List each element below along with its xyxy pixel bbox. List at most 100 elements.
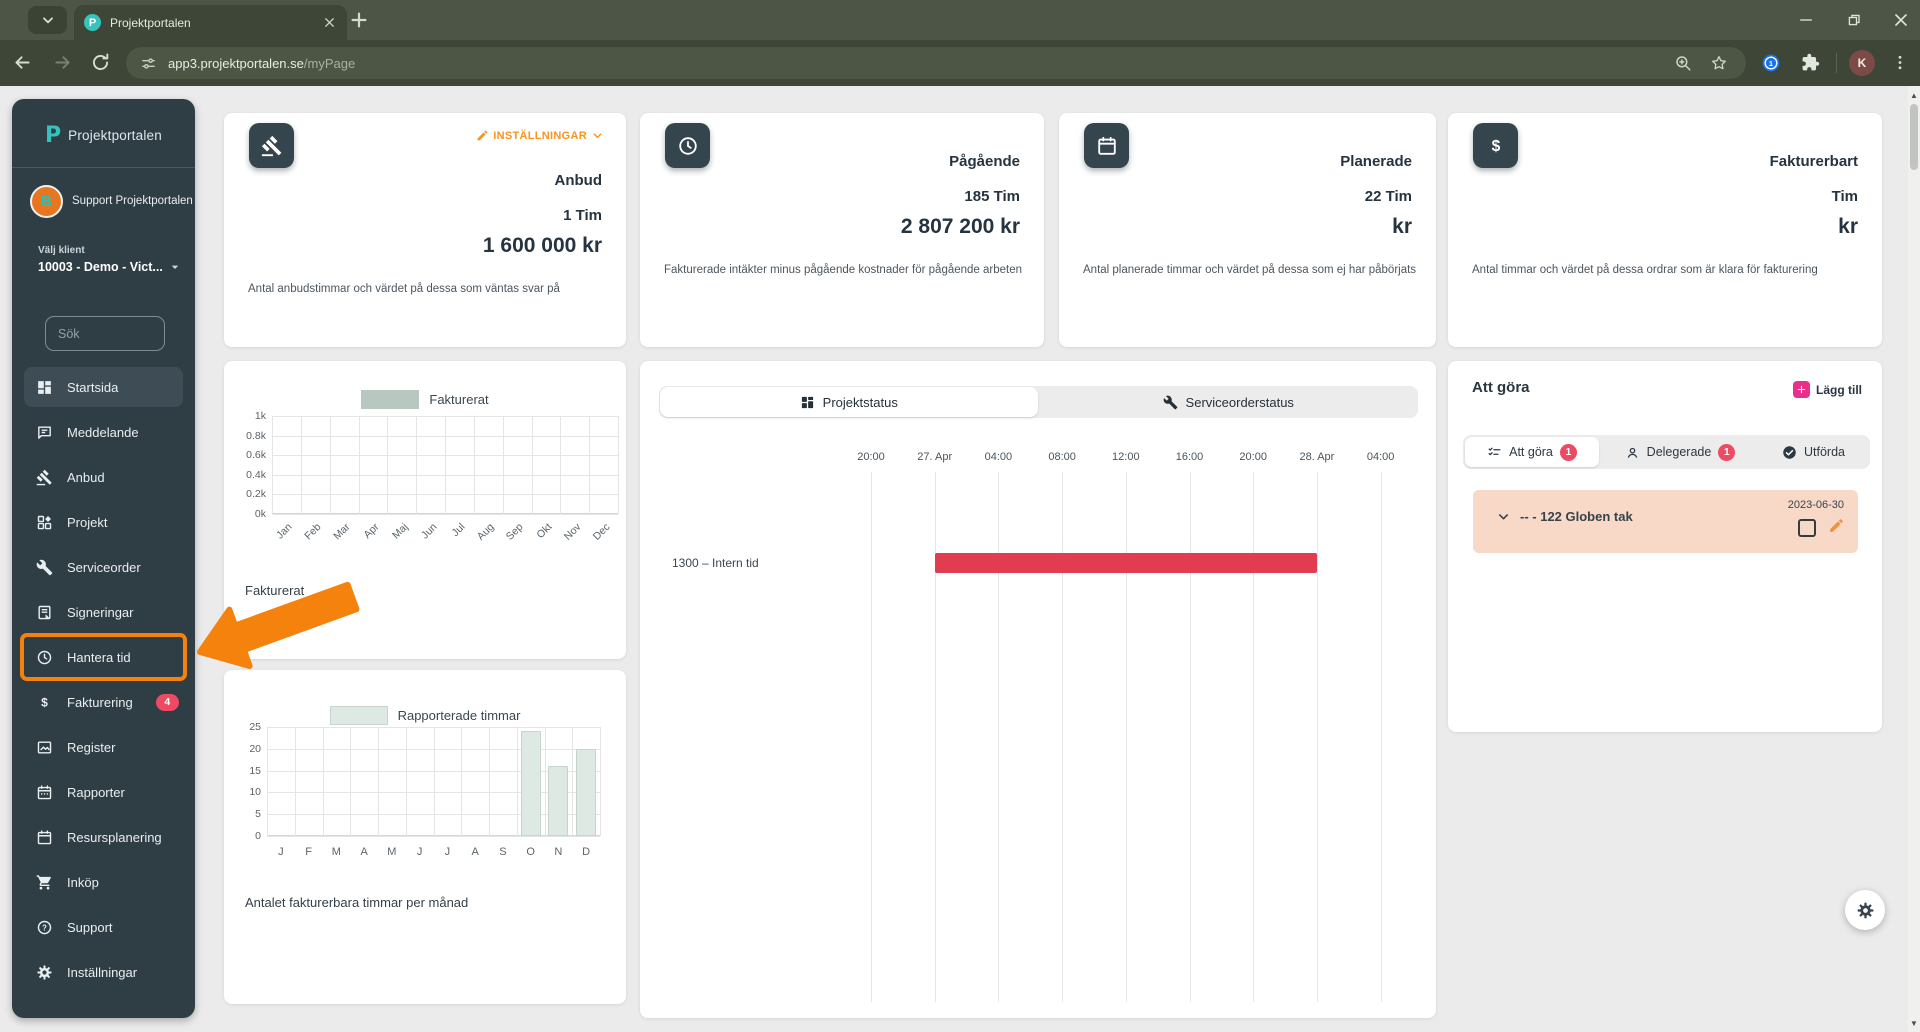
gantt-gridline bbox=[1189, 472, 1191, 1002]
tab-delegerade[interactable]: Delegerade 1 bbox=[1601, 437, 1759, 467]
sidebar-item-label: Rapporter bbox=[67, 784, 125, 800]
gridline-vertical bbox=[618, 416, 619, 514]
new-tab-button[interactable] bbox=[348, 9, 370, 31]
chart-legend: Rapporterade timmar bbox=[224, 706, 626, 725]
x-axis-tick-label: J bbox=[444, 846, 451, 858]
sidebar-item-inkop[interactable]: Inköp bbox=[24, 862, 183, 902]
scrollbar-thumb[interactable] bbox=[1910, 104, 1918, 170]
sidebar-item-anbud[interactable]: Anbud bbox=[24, 457, 183, 497]
clock-icon bbox=[677, 135, 699, 157]
search-input[interactable] bbox=[45, 316, 165, 351]
bookmark-star-icon[interactable] bbox=[1710, 54, 1728, 72]
stat-caption: Antal timmar och värdet på dessa ordrar … bbox=[1472, 264, 1818, 276]
sidebar-item-installningar[interactable]: Inställningar bbox=[24, 952, 183, 992]
todo-checkbox[interactable] bbox=[1798, 519, 1816, 537]
sidebar-item-hantera-tid[interactable]: Hantera tid bbox=[20, 633, 187, 681]
password-extension-icon[interactable]: 1 bbox=[1761, 53, 1781, 73]
scroll-down-arrow[interactable]: ▼ bbox=[1908, 1016, 1920, 1030]
sidebar-item-signeringar[interactable]: Signeringar bbox=[24, 592, 183, 632]
client-caret-icon[interactable] bbox=[167, 259, 183, 275]
window-close-button[interactable] bbox=[1890, 10, 1912, 30]
zoom-icon[interactable] bbox=[1674, 54, 1692, 72]
stat-hours: 185 Tim bbox=[964, 188, 1020, 205]
page-content: P Projektportalen B Support Projektporta… bbox=[0, 86, 1920, 1032]
sidebar-menu: Startsida Meddelande Anbud Projekt Serviceor… bbox=[20, 367, 187, 997]
tab-projektstatus[interactable]: Projektstatus bbox=[660, 387, 1038, 417]
browser-tab[interactable]: P Projektportalen bbox=[74, 5, 347, 40]
wrench-icon bbox=[36, 559, 53, 576]
gavel-icon bbox=[261, 135, 283, 157]
calendar-icon bbox=[36, 829, 53, 846]
forward-button[interactable] bbox=[52, 52, 73, 73]
tab-att-gora[interactable]: Att göra 1 bbox=[1465, 437, 1599, 467]
browser-menu-button[interactable] bbox=[1891, 52, 1909, 73]
chart-caption: Fakturerat bbox=[245, 583, 305, 598]
todo-item-date: 2023-06-30 bbox=[1787, 499, 1844, 511]
svg-text:$: $ bbox=[41, 695, 48, 709]
add-todo-label: Lägg till bbox=[1816, 382, 1862, 397]
legend-label: Rapporterade timmar bbox=[397, 708, 521, 723]
window-minimize-button[interactable] bbox=[1795, 10, 1817, 30]
sidebar-item-label: Inställningar bbox=[67, 964, 138, 980]
gantt-time-label: 12:00 bbox=[1112, 451, 1140, 463]
sidebar-item-projekt[interactable]: Projekt bbox=[24, 502, 183, 542]
app-logo[interactable]: P Projektportalen bbox=[12, 123, 195, 148]
add-todo-button[interactable]: Lägg till bbox=[1793, 381, 1862, 398]
gantt-time-label: 20:00 bbox=[1239, 451, 1267, 463]
card-icon-tile: $ bbox=[1473, 123, 1518, 168]
check-circle-icon bbox=[1782, 445, 1797, 460]
logo-p-icon: P bbox=[45, 123, 62, 148]
sidebar-item-label: Projekt bbox=[67, 514, 108, 530]
x-axis-tick-label: S bbox=[499, 846, 507, 858]
sidebar-item-serviceorder[interactable]: Serviceorder bbox=[24, 547, 183, 587]
sidebar-item-meddelande[interactable]: Meddelande bbox=[24, 412, 183, 452]
url-path: /myPage bbox=[303, 55, 356, 71]
pencil-icon bbox=[476, 129, 489, 142]
tab-search-button[interactable] bbox=[28, 6, 67, 34]
status-tabs: Projektstatus Serviceorderstatus bbox=[659, 386, 1418, 418]
sidebar-item-startsida[interactable]: Startsida bbox=[24, 367, 183, 407]
brand-name: Projektportalen bbox=[68, 128, 162, 143]
settings-link[interactable]: INSTÄLLNINGAR bbox=[476, 129, 604, 142]
stat-values: Planerade 22 Tim kr bbox=[1340, 151, 1412, 240]
tab-utforda[interactable]: Utförda bbox=[1761, 437, 1866, 467]
url-text: app3.projektportalen.se/myPage bbox=[168, 56, 1674, 71]
chevron-down-icon[interactable] bbox=[1496, 509, 1511, 524]
page-scrollbar[interactable]: ▲ ▼ bbox=[1908, 86, 1920, 1032]
profile-avatar[interactable]: K bbox=[1849, 50, 1875, 76]
floating-settings-button[interactable] bbox=[1845, 890, 1885, 930]
gridline-vertical bbox=[461, 727, 463, 836]
sidebar-item-support[interactable]: ? Support bbox=[24, 907, 183, 947]
window-restore-button[interactable] bbox=[1843, 10, 1865, 30]
gridline-vertical bbox=[600, 727, 601, 836]
dollar-icon: $ bbox=[36, 694, 53, 711]
legend-swatch bbox=[361, 390, 420, 409]
site-info-icon[interactable] bbox=[140, 55, 157, 72]
address-bar[interactable]: app3.projektportalen.se/myPage bbox=[126, 47, 1746, 79]
todo-item[interactable]: -- - 122 Globen tak 2023-06-30 bbox=[1473, 490, 1858, 553]
todo-panel: Att göra Lägg till Att göra 1 Delegerade… bbox=[1448, 361, 1882, 732]
extensions-icon[interactable] bbox=[1801, 53, 1820, 72]
legend-swatch bbox=[329, 706, 388, 725]
gridline-vertical bbox=[267, 727, 268, 836]
tab-serviceorderstatus[interactable]: Serviceorderstatus bbox=[1040, 387, 1418, 417]
user-avatar: B bbox=[30, 184, 63, 218]
scroll-up-arrow[interactable]: ▲ bbox=[1908, 88, 1920, 102]
tab-close-button[interactable] bbox=[322, 15, 337, 30]
sidebar-item-label: Meddelande bbox=[67, 424, 139, 440]
sidebar-item-resursplanering[interactable]: Resursplanering bbox=[24, 817, 183, 857]
client-select-value[interactable]: 10003 - Demo - Vict... bbox=[38, 260, 163, 274]
x-axis-tick-label: M bbox=[331, 846, 341, 858]
sidebar-item-register[interactable]: Register bbox=[24, 727, 183, 767]
sidebar-item-fakturering[interactable]: $ Fakturering 4 bbox=[24, 682, 183, 722]
clock-icon bbox=[36, 649, 53, 666]
user-row[interactable]: B Support Projektportalen bbox=[30, 183, 195, 219]
gantt-bar[interactable] bbox=[934, 553, 1317, 573]
back-button[interactable] bbox=[12, 52, 33, 73]
reload-button[interactable] bbox=[90, 52, 111, 73]
y-axis-tick-label: 5 bbox=[255, 808, 261, 821]
sidebar-item-rapporter[interactable]: Rapporter bbox=[24, 772, 183, 812]
x-axis-tick-label: M bbox=[387, 846, 397, 858]
edit-pencil-icon[interactable] bbox=[1828, 517, 1845, 534]
gridline-vertical bbox=[516, 727, 518, 836]
